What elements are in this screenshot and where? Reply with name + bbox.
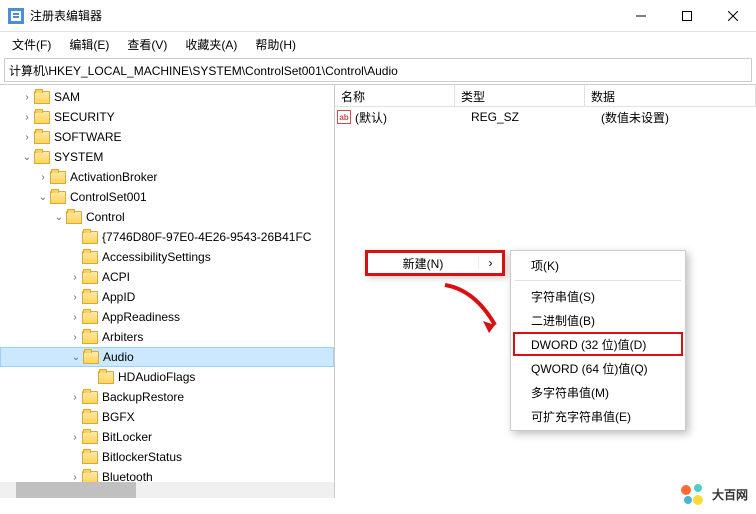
- folder-icon: [34, 151, 50, 164]
- tree-node-audio[interactable]: ⌄Audio: [0, 347, 334, 367]
- tree-node-arbiters[interactable]: ›Arbiters: [0, 327, 334, 347]
- expander-icon[interactable]: ⌄: [52, 210, 66, 224]
- close-button[interactable]: [710, 0, 756, 32]
- watermark-text: 大百网: [712, 486, 748, 503]
- col-name[interactable]: 名称: [335, 85, 455, 106]
- app-icon: [8, 8, 24, 24]
- menu-view[interactable]: 查看(V): [119, 33, 175, 56]
- folder-icon: [34, 91, 50, 104]
- context-menu-new[interactable]: 新建(N) ›: [365, 250, 505, 276]
- watermark: 大百网: [678, 480, 748, 508]
- expander-icon[interactable]: [84, 370, 98, 384]
- expander-icon[interactable]: ›: [68, 430, 82, 444]
- folder-icon: [82, 271, 98, 284]
- submenu-arrow-icon: ›: [478, 256, 502, 270]
- tree-node-bitlockerstatus[interactable]: BitlockerStatus: [0, 447, 334, 467]
- submenu-key[interactable]: 项(K): [513, 253, 683, 277]
- maximize-button[interactable]: [664, 0, 710, 32]
- tree-node-accessibility[interactable]: AccessibilitySettings: [0, 247, 334, 267]
- folder-icon: [82, 231, 98, 244]
- folder-icon: [82, 291, 98, 304]
- tree-node-sam[interactable]: ›SAM: [0, 87, 334, 107]
- folder-icon: [82, 311, 98, 324]
- submenu-string[interactable]: 字符串值(S): [513, 284, 683, 308]
- window-title: 注册表编辑器: [30, 7, 618, 24]
- expander-icon[interactable]: [68, 410, 82, 424]
- submenu-multistring[interactable]: 多字符串值(M): [513, 380, 683, 404]
- list-header: 名称 类型 数据: [335, 85, 756, 107]
- folder-icon: [82, 331, 98, 344]
- expander-icon[interactable]: ›: [20, 130, 34, 144]
- folder-icon: [82, 411, 98, 424]
- address-text: 计算机\HKEY_LOCAL_MACHINE\SYSTEM\ControlSet…: [9, 62, 398, 79]
- folder-icon: [82, 391, 98, 404]
- cell-type: REG_SZ: [471, 110, 601, 124]
- tree-node-security[interactable]: ›SECURITY: [0, 107, 334, 127]
- cell-data: (数值未设置): [601, 109, 756, 126]
- tree-node-controlset001[interactable]: ⌄ControlSet001: [0, 187, 334, 207]
- expander-icon[interactable]: ›: [68, 330, 82, 344]
- expander-icon[interactable]: ›: [68, 310, 82, 324]
- folder-icon: [66, 211, 82, 224]
- watermark-logo-icon: [678, 480, 706, 508]
- list-row[interactable]: ab (默认) REG_SZ (数值未设置): [335, 107, 756, 127]
- scrollbar-thumb[interactable]: [16, 482, 136, 498]
- submenu-qword[interactable]: QWORD (64 位)值(Q): [513, 356, 683, 380]
- expander-icon[interactable]: ›: [68, 390, 82, 404]
- expander-icon[interactable]: [68, 230, 82, 244]
- submenu-binary[interactable]: 二进制值(B): [513, 308, 683, 332]
- menu-help[interactable]: 帮助(H): [247, 33, 304, 56]
- folder-icon: [34, 111, 50, 124]
- tree-panel: ›SAM ›SECURITY ›SOFTWARE ⌄SYSTEM ›Activa…: [0, 85, 335, 498]
- expander-icon[interactable]: ›: [20, 90, 34, 104]
- tree-node-bitlocker[interactable]: ›BitLocker: [0, 427, 334, 447]
- expander-icon[interactable]: ⌄: [36, 190, 50, 204]
- string-value-icon: ab: [337, 110, 351, 124]
- tree-node-guid[interactable]: {7746D80F-97E0-4E26-9543-26B41FC: [0, 227, 334, 247]
- folder-icon: [83, 351, 99, 364]
- minimize-button[interactable]: [618, 0, 664, 32]
- col-data[interactable]: 数据: [585, 85, 756, 106]
- tree-node-activationbroker[interactable]: ›ActivationBroker: [0, 167, 334, 187]
- tree-node-bgfx[interactable]: BGFX: [0, 407, 334, 427]
- folder-icon: [50, 171, 66, 184]
- expander-icon[interactable]: ›: [68, 290, 82, 304]
- submenu-dword[interactable]: DWORD (32 位)值(D): [513, 332, 683, 356]
- menu-file[interactable]: 文件(F): [4, 33, 59, 56]
- col-type[interactable]: 类型: [455, 85, 585, 106]
- tree-node-appreadiness[interactable]: ›AppReadiness: [0, 307, 334, 327]
- cell-name: (默认): [355, 109, 471, 126]
- tree-node-system[interactable]: ⌄SYSTEM: [0, 147, 334, 167]
- menubar: 文件(F) 编辑(E) 查看(V) 收藏夹(A) 帮助(H): [0, 32, 756, 56]
- expander-icon[interactable]: ⌄: [20, 150, 34, 164]
- menu-favorites[interactable]: 收藏夹(A): [177, 33, 245, 56]
- folder-icon: [98, 371, 114, 384]
- address-bar[interactable]: 计算机\HKEY_LOCAL_MACHINE\SYSTEM\ControlSet…: [4, 58, 752, 82]
- tree-node-backuprestore[interactable]: ›BackupRestore: [0, 387, 334, 407]
- menu-edit[interactable]: 编辑(E): [61, 33, 117, 56]
- context-new-label: 新建(N): [368, 255, 478, 272]
- tree-node-acpi[interactable]: ›ACPI: [0, 267, 334, 287]
- horizontal-scrollbar[interactable]: [0, 482, 334, 498]
- expander-icon[interactable]: [68, 450, 82, 464]
- context-submenu: 项(K) 字符串值(S) 二进制值(B) DWORD (32 位)值(D) QW…: [510, 250, 686, 431]
- folder-icon: [34, 131, 50, 144]
- tree-node-hdaudioflags[interactable]: HDAudioFlags: [0, 367, 334, 387]
- expander-icon[interactable]: ›: [68, 270, 82, 284]
- folder-icon: [82, 451, 98, 464]
- submenu-expandstring[interactable]: 可扩充字符串值(E): [513, 404, 683, 428]
- tree-node-software[interactable]: ›SOFTWARE: [0, 127, 334, 147]
- expander-icon[interactable]: ⌄: [69, 350, 83, 364]
- folder-icon: [82, 431, 98, 444]
- expander-icon[interactable]: ›: [20, 110, 34, 124]
- folder-icon: [82, 251, 98, 264]
- expander-icon[interactable]: ›: [36, 170, 50, 184]
- window-controls: [618, 0, 756, 32]
- tree-node-appid[interactable]: ›AppID: [0, 287, 334, 307]
- separator: [515, 280, 681, 281]
- titlebar: 注册表编辑器: [0, 0, 756, 32]
- tree-node-control[interactable]: ⌄Control: [0, 207, 334, 227]
- folder-icon: [50, 191, 66, 204]
- expander-icon[interactable]: [68, 250, 82, 264]
